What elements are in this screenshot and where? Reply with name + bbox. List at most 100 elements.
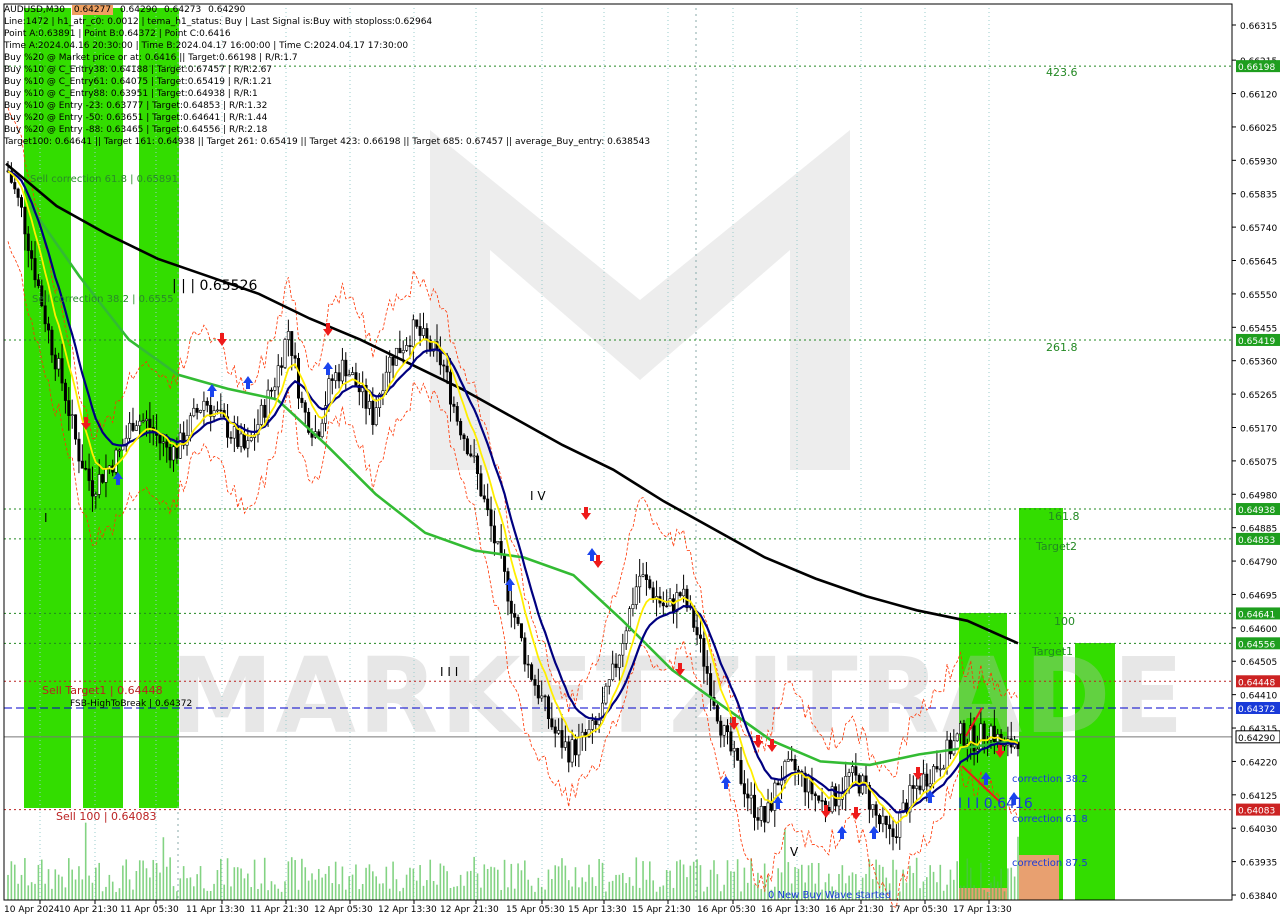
candle-body: [455, 406, 459, 422]
candle-body: [702, 638, 706, 667]
candle-body: [766, 802, 770, 823]
candle-body: [202, 400, 206, 411]
price-badge-label: 0.64853: [1238, 536, 1275, 546]
candle-body: [945, 739, 949, 769]
wave-3-top-label: | | | 0.65526: [172, 278, 257, 294]
candle-body: [756, 817, 760, 821]
candle-body: [286, 331, 290, 340]
candle-body: [928, 783, 932, 787]
candle-body: [249, 437, 253, 441]
candle-body: [573, 739, 577, 756]
time-tick-label: 15 Apr 05:30: [506, 905, 565, 915]
candle-body: [16, 188, 20, 198]
candle-body: [57, 358, 61, 370]
candle-body: [854, 766, 858, 776]
candle-body: [992, 725, 996, 742]
price-badge-label: 0.64938: [1238, 506, 1275, 516]
price-badge-label: 0.64290: [1238, 734, 1275, 744]
price-tick-label: 0.65740: [1240, 224, 1277, 234]
candle-body: [411, 319, 415, 347]
candle-body: [793, 759, 797, 771]
candle-body: [479, 473, 483, 497]
candle-body: [421, 328, 425, 336]
candle-body: [246, 440, 250, 449]
candle-body: [911, 785, 915, 789]
candle-body: [817, 795, 821, 801]
candle-body: [101, 474, 105, 483]
candle-body: [763, 806, 767, 823]
volume-bars: [7, 822, 1019, 900]
time-tick-label: 12 Apr 05:30: [314, 905, 373, 915]
sell-arrow-icon: [851, 807, 861, 820]
wave-5-label: V: [790, 845, 799, 859]
candle-body: [60, 358, 64, 384]
price-tick-label: 0.66315: [1240, 22, 1277, 32]
buy-arrow-icon: [721, 776, 731, 789]
candle-body: [53, 354, 57, 370]
price-tick-label: 0.66120: [1240, 91, 1277, 101]
candle-body: [300, 397, 304, 403]
candle-body: [847, 772, 851, 777]
correction-618-label: correction 61.8: [1012, 814, 1088, 825]
candle-body: [871, 804, 875, 810]
candle-body: [698, 634, 702, 639]
candle-body: [144, 418, 148, 421]
candle-body: [452, 403, 456, 407]
wave-1-label: I: [44, 511, 48, 525]
candle-body: [465, 438, 469, 455]
time-tick-label: 12 Apr 21:30: [440, 905, 499, 915]
candle-body: [94, 494, 98, 497]
candle-body: [678, 592, 682, 597]
candle-body: [266, 389, 270, 418]
candle-body: [425, 328, 429, 341]
candle-body: [469, 453, 473, 457]
candle-body: [952, 740, 956, 755]
new-buy-wave-label: 0 New Buy Wave started: [768, 890, 891, 901]
candle-body: [577, 736, 581, 756]
candle-body: [195, 407, 199, 413]
annotations: Sell correction 61.8 | 0.65891 Sell corre…: [30, 66, 1088, 901]
candle-body: [753, 794, 757, 818]
candle-body: [134, 425, 138, 431]
candle-body: [837, 798, 841, 807]
candle-body: [631, 604, 635, 609]
candle-body: [509, 600, 513, 614]
candle-body: [374, 407, 378, 426]
candle-body: [351, 372, 355, 375]
candle-body: [320, 422, 324, 437]
watermark-logo: [430, 130, 850, 470]
candle-body: [188, 415, 192, 436]
sell-correction-618-label: Sell correction 61.8 | 0.65891: [30, 174, 178, 185]
candle-body: [165, 441, 169, 448]
candle-body: [84, 467, 88, 470]
price-tick-label: 0.64220: [1240, 758, 1277, 768]
sell-arrow-icon: [217, 333, 227, 346]
candle-body: [121, 445, 125, 451]
candle-body: [26, 233, 30, 251]
candle-body: [168, 446, 172, 461]
candle-body: [388, 356, 392, 373]
candle-body: [242, 433, 246, 449]
candle-body: [70, 414, 74, 417]
time-tick-label: 15 Apr 13:30: [568, 905, 627, 915]
wave-3-low-label: I I I: [440, 665, 458, 679]
candle-body: [205, 400, 209, 406]
candle-body: [769, 802, 773, 811]
wave-4-label: I V: [530, 489, 546, 503]
candle-body: [215, 409, 219, 412]
candle-body: [790, 758, 794, 761]
candle-body: [175, 446, 179, 459]
price-badge-label: 0.64372: [1238, 705, 1275, 715]
candle-body: [540, 695, 544, 699]
candle-body: [621, 643, 625, 656]
candle-body: [884, 815, 888, 825]
price-badge-label: 0.64083: [1238, 807, 1275, 817]
candle-body: [955, 733, 959, 742]
candle-body: [746, 793, 750, 799]
candle-body: [503, 553, 507, 572]
wave-3-c-label: I I I 0.6416: [958, 796, 1033, 812]
candle-body: [715, 705, 719, 722]
time-tick-label: 11 Apr 05:30: [120, 905, 179, 915]
candle-body: [759, 806, 763, 821]
candle-body: [269, 389, 273, 392]
